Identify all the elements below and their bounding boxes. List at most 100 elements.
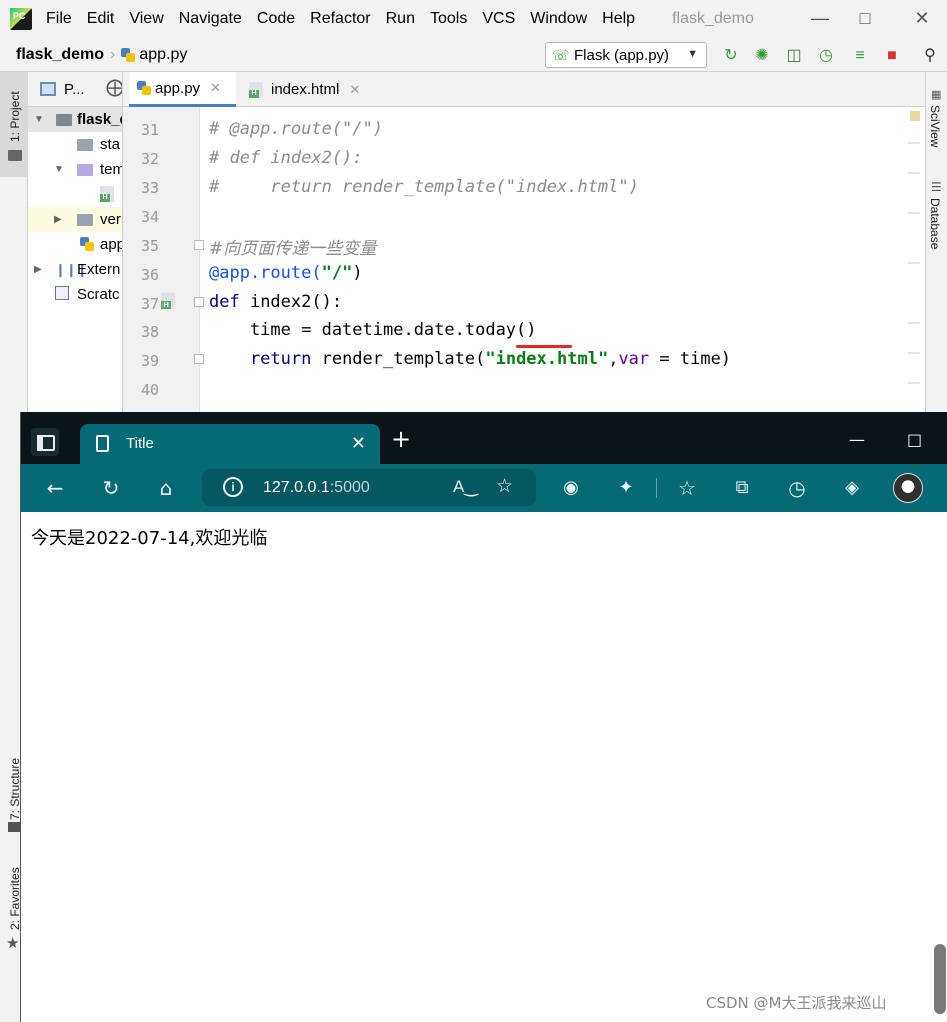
url-text[interactable]: 127.0.0.1:5000: [263, 479, 370, 497]
menu-navigate[interactable]: Navigate: [179, 10, 242, 28]
line-number: 35: [140, 237, 159, 255]
home-icon[interactable]: ⌂: [153, 475, 179, 501]
new-tab-icon[interactable]: +: [391, 427, 411, 451]
project-view-icon: [40, 82, 56, 96]
breadcrumb-chevron-icon: ›: [110, 45, 116, 63]
breadcrumb-project[interactable]: flask_demo: [16, 46, 104, 64]
menu-refactor[interactable]: Refactor: [310, 10, 370, 28]
scroll-marker: [908, 212, 920, 214]
browser-tab-active[interactable]: Title ✕: [80, 424, 380, 464]
navigate-to-template-icon[interactable]: [161, 293, 175, 309]
code-editor[interactable]: 31 32 33 34 35 36 37 38 39 40 # @app.rou…: [123, 107, 925, 412]
profile-avatar[interactable]: [893, 473, 923, 503]
favorites-icon[interactable]: ☆: [674, 475, 700, 501]
tab-actions-icon[interactable]: [31, 428, 59, 456]
tree-item-templates[interactable]: ▼ tem: [28, 157, 122, 182]
history-icon[interactable]: ◷: [784, 475, 810, 501]
extension-glasses-icon[interactable]: ◉: [558, 475, 584, 501]
tree-item-label: ver: [100, 211, 121, 228]
tab-index-html[interactable]: index.html ✕: [241, 72, 376, 107]
line-number: 31: [140, 121, 159, 139]
tree-item-external-libraries[interactable]: ▶ ❙❙❙ Extern: [28, 257, 122, 282]
scrollbar-thumb[interactable]: [934, 944, 946, 1014]
inspection-indicator-icon[interactable]: [910, 111, 920, 121]
breadcrumb-file[interactable]: app.py: [139, 46, 187, 64]
rerun-icon[interactable]: ↻: [721, 46, 741, 66]
back-icon[interactable]: ←: [42, 475, 68, 501]
fold-marker-icon[interactable]: [194, 240, 204, 250]
browser-tab-strip: Title ✕ + — □: [21, 412, 947, 464]
scroll-marker: [908, 382, 920, 384]
line-number: 32: [140, 150, 159, 168]
read-aloud-icon[interactable]: A‿: [453, 477, 478, 497]
line-number: 39: [140, 352, 159, 370]
collections-icon[interactable]: ⧉: [729, 475, 755, 501]
close-icon[interactable]: ✕: [912, 8, 932, 28]
browser-essentials-icon[interactable]: ◈: [839, 475, 865, 501]
tree-item-venv[interactable]: ▶ ver: [28, 207, 122, 232]
html-file-icon: [100, 186, 114, 202]
close-tab-icon[interactable]: ✕: [210, 80, 221, 96]
window-title: flask_demo: [672, 10, 754, 27]
tree-item-scratches[interactable]: Scratc: [28, 282, 122, 307]
code-line-33: # return render_template("index.html"): [209, 177, 639, 197]
menu-window[interactable]: Window: [530, 10, 587, 28]
run-configuration-select[interactable]: ☏ Flask (app.py) ▼: [545, 42, 707, 68]
fold-marker-icon[interactable]: [194, 354, 204, 364]
menu-edit[interactable]: Edit: [87, 10, 115, 28]
coverage-icon[interactable]: ◫: [784, 46, 804, 66]
menu-file[interactable]: File: [46, 10, 72, 28]
concurrency-icon[interactable]: ≡: [850, 46, 870, 66]
search-icon[interactable]: ⚲: [920, 46, 940, 66]
tree-item-label: Extern: [77, 261, 121, 278]
menu-help[interactable]: Help: [602, 10, 635, 28]
chevron-right-icon: ▶: [34, 264, 42, 275]
close-tab-icon[interactable]: ✕: [351, 433, 366, 454]
fold-marker-icon[interactable]: [194, 297, 204, 307]
extensions-puzzle-icon[interactable]: ✦: [613, 475, 639, 501]
minimize-icon[interactable]: —: [810, 8, 830, 28]
minimize-icon[interactable]: —: [849, 430, 865, 449]
pycharm-logo-icon: PC: [10, 8, 32, 30]
tree-item-index-html[interactable]: [28, 182, 122, 207]
close-tab-icon[interactable]: ✕: [349, 82, 360, 98]
line-number: 38: [140, 323, 159, 341]
database-tool-label[interactable]: Database: [928, 198, 942, 249]
menu-vcs[interactable]: VCS: [482, 10, 515, 28]
code-line-35: #向页面传递一些变量: [209, 239, 377, 259]
line-number: 33: [140, 179, 159, 197]
tree-item-label: sta: [100, 136, 121, 153]
add-favorite-icon[interactable]: ☆: [496, 475, 513, 498]
debug-icon[interactable]: ✺: [752, 46, 772, 66]
line-number: 37: [140, 295, 159, 313]
menu-tools[interactable]: Tools: [430, 10, 467, 28]
sciview-tool-label[interactable]: SciView: [928, 105, 942, 147]
crosshair-icon[interactable]: ⨁: [106, 77, 122, 98]
chevron-down-icon: ▼: [54, 164, 64, 175]
profile-icon[interactable]: ◷: [816, 46, 836, 66]
menu-code[interactable]: Code: [257, 10, 295, 28]
tree-item-app-py[interactable]: app: [28, 232, 122, 257]
python-file-icon: [137, 81, 151, 95]
python-file-icon: [121, 47, 136, 62]
project-view-select[interactable]: P...: [64, 81, 85, 98]
ide-navigation-bar: flask_demo › app.py ☏ Flask (app.py) ▼ ↻…: [0, 38, 947, 72]
site-info-icon[interactable]: i: [223, 477, 243, 497]
refresh-icon[interactable]: ↻: [98, 475, 124, 501]
tree-item-project-root[interactable]: ▼ flask_d: [28, 107, 122, 132]
stop-icon[interactable]: ■: [882, 46, 902, 66]
maximize-icon[interactable]: □: [855, 8, 875, 28]
project-tool-label[interactable]: 1: Project: [8, 91, 22, 142]
maximize-icon[interactable]: □: [907, 430, 922, 449]
star-icon: ★: [6, 934, 20, 952]
address-bar[interactable]: i 127.0.0.1:5000 A‿ ☆: [202, 469, 536, 506]
line-number: 34: [140, 208, 159, 226]
scroll-marker: [908, 352, 920, 354]
browser-tab-title: Title: [126, 435, 154, 452]
scroll-marker: [908, 262, 920, 264]
menu-run[interactable]: Run: [386, 10, 415, 28]
menu-view[interactable]: View: [129, 10, 163, 28]
folder-icon: [77, 164, 93, 176]
tree-item-static[interactable]: sta: [28, 132, 122, 157]
tab-app-py[interactable]: app.py ✕: [129, 72, 236, 107]
